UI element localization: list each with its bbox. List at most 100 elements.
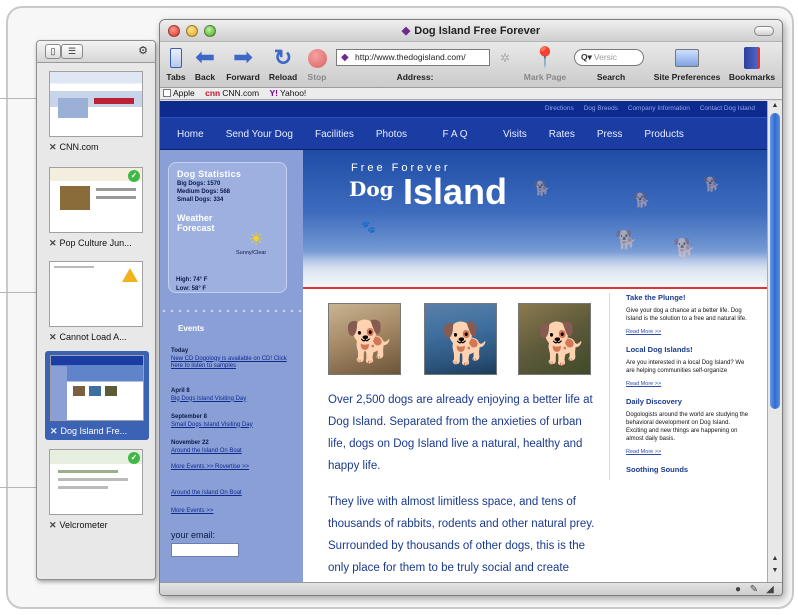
close-icon[interactable]: ✕ — [49, 238, 57, 248]
bookmark-apple[interactable]: Apple — [163, 88, 195, 98]
tab-thumbnail-cnn[interactable]: ✕ CNN.com — [49, 71, 143, 153]
tabs-button[interactable]: Tabs — [164, 45, 188, 82]
section-text: Are you interested in a local Dog Island… — [626, 360, 745, 374]
event-link[interactable]: New CD Dogology is available on CD! Clic… — [171, 356, 293, 371]
bookmarks-book-icon — [726, 45, 778, 71]
dog-silhouette-icon: 🐕 — [633, 192, 651, 208]
weather-condition: Sunny/Clear — [236, 250, 267, 256]
event-link[interactable]: Small Dogs Island Visiting Day — [171, 422, 293, 430]
nav-send-your-dog[interactable]: Send Your Dog — [226, 118, 293, 149]
toolbar-toggle-button[interactable] — [754, 26, 774, 36]
check-icon: ✓ — [128, 170, 140, 182]
read-more-link[interactable]: Read More >> — [626, 329, 749, 335]
tab-thumbnail-pop-culture[interactable]: ✓ ✕ Pop Culture Jun... — [49, 167, 143, 249]
close-icon[interactable]: ✕ — [49, 142, 57, 152]
event-link-boat[interactable]: Around the Island On Boat — [171, 490, 293, 498]
top-link-dog-breeds[interactable]: Dog Breeds — [584, 105, 618, 112]
read-more-link[interactable]: Read More >> — [626, 449, 749, 455]
nav-faq[interactable]: F A Q — [427, 118, 483, 149]
stop-button[interactable]: Stop — [304, 45, 330, 82]
email-label: your email: — [171, 530, 216, 540]
back-button[interactable]: ⬅ Back — [191, 45, 219, 83]
section-title: Daily Discovery — [626, 397, 682, 406]
read-more-link[interactable]: Read More >> — [626, 381, 749, 387]
address-input[interactable]: ◆ http://www.thedogisland.com/ — [336, 49, 490, 66]
tab-thumbnail-dog-island[interactable]: ✕ Dog Island Fre... — [45, 351, 149, 440]
bookmarks-button[interactable]: Bookmarks — [726, 45, 778, 82]
stop-label: Stop — [307, 72, 327, 82]
forward-label: Forward — [226, 72, 260, 82]
forward-arrow-icon: ➡ — [232, 44, 254, 71]
stat-small-dogs: Small Dogs: 334 — [177, 197, 224, 203]
nav-home[interactable]: Home — [177, 118, 204, 149]
right-section: Local Dog Islands! Are you interested in… — [626, 345, 749, 387]
event-link[interactable]: Around the Island On Boat — [171, 448, 293, 456]
event-link[interactable]: Big Dogs Island Visiting Day — [171, 396, 293, 404]
cnn-icon: cnn — [205, 88, 221, 98]
low-temp: Low: 58° F — [176, 286, 207, 292]
thumbnail-view-button[interactable]: ▯ — [45, 44, 61, 59]
temperatures: High: 74° F Low: 58° F — [176, 276, 207, 294]
nav-rates[interactable]: Rates — [549, 118, 575, 149]
tab-thumbnail-velcrometer[interactable]: ✓ ✕ Velcrometer — [49, 449, 143, 531]
stat-medium-dogs: Medium Dogs: 568 — [177, 189, 231, 195]
forward-button[interactable]: ➡ Forward — [222, 44, 264, 83]
list-view-button[interactable]: ☰ — [61, 44, 83, 59]
top-link-contact[interactable]: Contact Dog Island — [700, 105, 755, 112]
tab-label: ✕ Pop Culture Jun... — [49, 238, 132, 248]
bookmark-yahoo[interactable]: Y! Yahoo! — [269, 88, 306, 98]
section-title: Soothing Sounds — [626, 465, 689, 474]
divider — [303, 287, 767, 289]
close-icon[interactable]: ✕ — [49, 332, 57, 342]
more-events-link-2[interactable]: More Events >> — [171, 508, 293, 516]
scroll-down-icon[interactable]: ▼ — [770, 567, 780, 574]
tabs-icon — [164, 45, 188, 71]
resize-handle-icon[interactable]: ◢ — [764, 584, 776, 595]
search-input[interactable]: Q▾ Versic — [574, 49, 644, 66]
web-content: Directions Dog Breeds Company Informatio… — [160, 101, 767, 582]
more-events-link[interactable]: More Events >> Rovertise >> — [171, 464, 293, 472]
apple-icon — [163, 89, 171, 97]
vertical-scrollbar[interactable]: ▲ ▲ ▼ — [767, 101, 782, 582]
reload-label: Reload — [268, 72, 298, 82]
dog-icon: 🐕 — [537, 322, 587, 366]
edit-pencil-icon[interactable]: ✎ — [748, 584, 760, 595]
divider — [0, 487, 40, 488]
search-icon[interactable]: Q▾ — [581, 52, 592, 62]
gear-icon[interactable]: ⚙ — [135, 44, 151, 59]
nav-visits[interactable]: Visits — [503, 118, 527, 149]
close-icon[interactable]: ✕ — [50, 426, 58, 436]
mark-page-button[interactable]: 📍 Mark Page — [522, 45, 568, 82]
bookmark-cnn[interactable]: cnn CNN.com — [205, 88, 259, 98]
reload-button[interactable]: ↻ Reload — [266, 45, 300, 83]
page-thumbnail — [50, 355, 144, 421]
top-link-company-info[interactable]: Company Information — [628, 105, 690, 112]
search-field-group: Q▾ Versic Search — [574, 45, 648, 82]
nav-press[interactable]: Press — [597, 118, 623, 149]
close-icon[interactable]: ✕ — [49, 520, 57, 530]
status-globe-icon: ● — [734, 584, 742, 595]
mark-page-label: Mark Page — [523, 72, 567, 82]
nav-photos[interactable]: Photos — [376, 118, 407, 149]
dog-silhouette-icon: 🐕 — [703, 176, 721, 192]
scroll-up-icon[interactable]: ▲ — [770, 102, 780, 109]
tab-thumbnail-cannot-load[interactable]: ✕ Cannot Load A... — [49, 261, 143, 343]
scrollbar-thumb[interactable] — [770, 113, 780, 409]
dotted-divider — [160, 308, 303, 314]
right-section: Soothing Sounds — [626, 465, 749, 474]
photo-dog-3[interactable]: 🐕 — [518, 303, 591, 375]
dog-silhouette-icon: 🐕 — [615, 230, 638, 250]
photo-dogs-swimming[interactable]: 🐕 — [424, 303, 497, 375]
section-title: Take the Plunge! — [626, 293, 686, 302]
photo-dog-1[interactable]: 🐕 — [328, 303, 401, 375]
event-item: Today New CD Dogology is available on CD… — [171, 348, 293, 371]
nav-facilities[interactable]: Facilities — [315, 118, 354, 149]
section-text: Give your dog a chance at a better life.… — [626, 308, 747, 322]
scroll-up-icon[interactable]: ▲ — [770, 555, 780, 562]
site-preferences-button[interactable]: Site Preferences — [650, 45, 724, 82]
hero-logo-island: Island — [403, 171, 508, 212]
page-thumbnail — [49, 71, 143, 137]
nav-products[interactable]: Products — [644, 118, 683, 149]
email-input[interactable] — [171, 543, 239, 557]
top-link-directions[interactable]: Directions — [545, 105, 574, 112]
